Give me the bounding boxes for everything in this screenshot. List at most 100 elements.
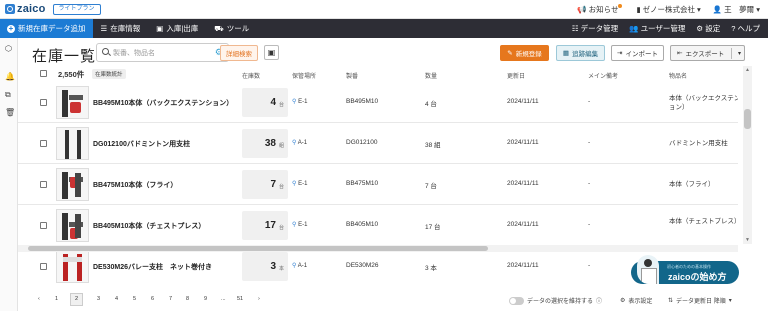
export-icon: ⇤ bbox=[677, 50, 683, 57]
search-input[interactable]: 製番、物品名 ⚙ bbox=[96, 43, 229, 62]
keep-selection-toggle[interactable]: データの選択を維持する ⓘ bbox=[509, 296, 602, 305]
page-2-current[interactable]: 2 bbox=[70, 293, 83, 306]
next-page[interactable]: › bbox=[258, 296, 260, 302]
page-title: 在庫一覧 bbox=[32, 48, 97, 65]
nav-settings[interactable]: ⚙ 設定 bbox=[696, 23, 720, 34]
product-image[interactable] bbox=[56, 168, 89, 201]
import-button[interactable]: ⇥ インポート bbox=[611, 45, 664, 61]
tracking-edit-button[interactable]: ▦ 追跡編集 bbox=[556, 45, 605, 61]
page-6[interactable]: 6 bbox=[151, 296, 154, 302]
sort-select[interactable]: ⇅ データ更新日 降順 ▾ bbox=[668, 296, 732, 305]
header-quantity[interactable]: 数量 bbox=[425, 71, 437, 80]
advanced-search-button[interactable]: 詳細検索 bbox=[220, 45, 258, 61]
table-row[interactable]: BB495M10本体（バックエクステンション） 4台 ⚲ E-1 BB495M1… bbox=[18, 82, 738, 123]
getting-started-banner[interactable]: 初心者のための基本操作 zaicoの始め方 bbox=[631, 255, 739, 284]
page-7[interactable]: 7 bbox=[169, 296, 172, 302]
user-menu[interactable]: 👤 王 夢爾 ▾ bbox=[713, 4, 760, 15]
select-all-checkbox[interactable] bbox=[40, 70, 47, 77]
page-3[interactable]: 3 bbox=[97, 296, 100, 302]
scroll-down-icon[interactable]: ▼ bbox=[745, 237, 750, 243]
product-image[interactable] bbox=[56, 209, 89, 242]
row-title[interactable]: DG012100バドミントン用支柱 bbox=[93, 139, 190, 149]
stock-cell[interactable]: 3本 bbox=[242, 252, 288, 281]
scroll-thumb[interactable] bbox=[744, 109, 751, 129]
header-updated[interactable]: 更新日 bbox=[507, 71, 525, 80]
export-button[interactable]: ⇤ エクスポート ▾ bbox=[670, 45, 745, 61]
scroll-thumb[interactable] bbox=[28, 246, 488, 251]
company-menu[interactable]: ▮ ゼノー株式会社 ▾ bbox=[637, 4, 701, 15]
trash-icon[interactable]: 🗑 bbox=[5, 108, 15, 117]
car-icon: ⛟ bbox=[214, 23, 224, 33]
nav-tools[interactable]: ⛟ ツール bbox=[206, 23, 257, 34]
notifications-link[interactable]: 📢 お知らせ bbox=[577, 3, 624, 15]
gear-icon: ⚙ bbox=[696, 24, 706, 33]
stock-stats-tag[interactable]: 在庫数統計 bbox=[92, 69, 126, 79]
vertical-scrollbar[interactable]: ▲ ▼ bbox=[743, 66, 752, 244]
stock-cell[interactable]: 38 組 bbox=[242, 129, 288, 158]
page-4[interactable]: 4 bbox=[115, 296, 118, 302]
page-9[interactable]: 9 bbox=[204, 296, 207, 302]
stock-unit: 台 bbox=[278, 225, 284, 231]
row-checkbox[interactable] bbox=[40, 99, 47, 106]
date-cell: 2024/11/11 bbox=[507, 139, 539, 146]
memo-cell: - bbox=[588, 262, 591, 269]
link-icon[interactable]: ⧉ bbox=[5, 90, 11, 100]
logo-mark-icon bbox=[5, 4, 15, 14]
horizontal-scrollbar[interactable] bbox=[18, 245, 738, 252]
plus-icon: + bbox=[7, 23, 15, 33]
header-memo[interactable]: メイン備考 bbox=[588, 71, 618, 80]
nav-data-management[interactable]: ☷ データ管理 bbox=[572, 23, 618, 34]
row-title[interactable]: BB495M10本体（バックエクステンション） bbox=[93, 98, 233, 108]
product-image[interactable] bbox=[56, 86, 89, 119]
row-title[interactable]: BB475M10本体（フライ） bbox=[93, 180, 177, 190]
nav-inventory[interactable]: ☰ 在庫情報 bbox=[93, 23, 149, 34]
stock-cell[interactable]: 7台 bbox=[242, 170, 288, 199]
table-row[interactable]: BB405M10本体（チェストプレス） 17 台 ⚲ E-1 BB405M10 1… bbox=[18, 205, 738, 246]
display-settings-button[interactable]: ⚙ 表示設定 bbox=[620, 296, 652, 305]
table-row[interactable]: DG012100バドミントン用支柱 38 組 ⚲ A-1 DG012100 38 … bbox=[18, 123, 738, 164]
header-location[interactable]: 保管場所 bbox=[292, 71, 316, 80]
qty-cell: 4 台 bbox=[425, 101, 437, 108]
table-row[interactable]: BB475M10本体（フライ） 7台 ⚲ E-1 BB475M10 7 台 20… bbox=[18, 164, 738, 205]
banner-title: zaicoの始め方 bbox=[668, 272, 727, 282]
stock-cell[interactable]: 17 台 bbox=[242, 211, 288, 240]
page-1[interactable]: 1 bbox=[55, 296, 58, 302]
toggle-switch[interactable] bbox=[509, 296, 524, 305]
page-5[interactable]: 5 bbox=[133, 296, 136, 302]
person-illustration bbox=[637, 255, 659, 284]
new-item-button[interactable]: + 新規在庫データ追加 bbox=[0, 19, 93, 38]
product-image[interactable] bbox=[56, 127, 89, 160]
bell-icon[interactable]: 🔔 bbox=[5, 72, 15, 81]
page-8[interactable]: 8 bbox=[186, 296, 189, 302]
qty-cell: 3 本 bbox=[425, 265, 437, 272]
header-code[interactable]: 製番 bbox=[346, 71, 358, 80]
help-icon[interactable]: ⓘ bbox=[596, 296, 602, 305]
qr-scan-icon[interactable]: ▣ bbox=[264, 45, 279, 60]
chevron-down-icon[interactable]: ▾ bbox=[738, 50, 741, 57]
row-title[interactable]: BB405M10本体（チェストプレス） bbox=[93, 221, 205, 231]
register-button[interactable]: ✎ 新規登録 bbox=[500, 45, 549, 61]
scroll-up-icon[interactable]: ▲ bbox=[745, 67, 750, 73]
header-product-name[interactable]: 物品名 bbox=[669, 71, 687, 80]
plan-badge[interactable]: ライトプラン bbox=[52, 3, 101, 15]
nav-user-management[interactable]: 👥 ユーザー管理 bbox=[629, 23, 685, 34]
prev-page[interactable]: ‹ bbox=[38, 296, 40, 302]
zaico-logo[interactable]: zaico bbox=[5, 3, 46, 15]
nav-help[interactable]: ? ヘルプ bbox=[731, 23, 760, 34]
product-image[interactable] bbox=[56, 250, 89, 283]
header-stock[interactable]: 在庫数 bbox=[242, 71, 260, 80]
memo-cell: - bbox=[588, 98, 591, 105]
row-checkbox[interactable] bbox=[40, 263, 47, 270]
page-51[interactable]: 51 bbox=[237, 296, 243, 302]
row-checkbox[interactable] bbox=[40, 222, 47, 229]
row-title[interactable]: DE530M26バレー支柱 ネット巻付き bbox=[93, 262, 212, 272]
row-checkbox[interactable] bbox=[40, 140, 47, 147]
edit-icon: ✎ bbox=[507, 50, 513, 57]
stock-cell[interactable]: 4台 bbox=[242, 88, 288, 117]
users-icon: 👥 bbox=[629, 24, 641, 33]
box-icon[interactable]: ⬡ bbox=[5, 44, 12, 53]
location-cell: ⚲ E-1 bbox=[292, 222, 308, 228]
row-checkbox[interactable] bbox=[40, 181, 47, 188]
nav-inout[interactable]: ▣ 入庫|出庫 bbox=[148, 23, 206, 34]
memo-cell: - bbox=[588, 139, 591, 146]
